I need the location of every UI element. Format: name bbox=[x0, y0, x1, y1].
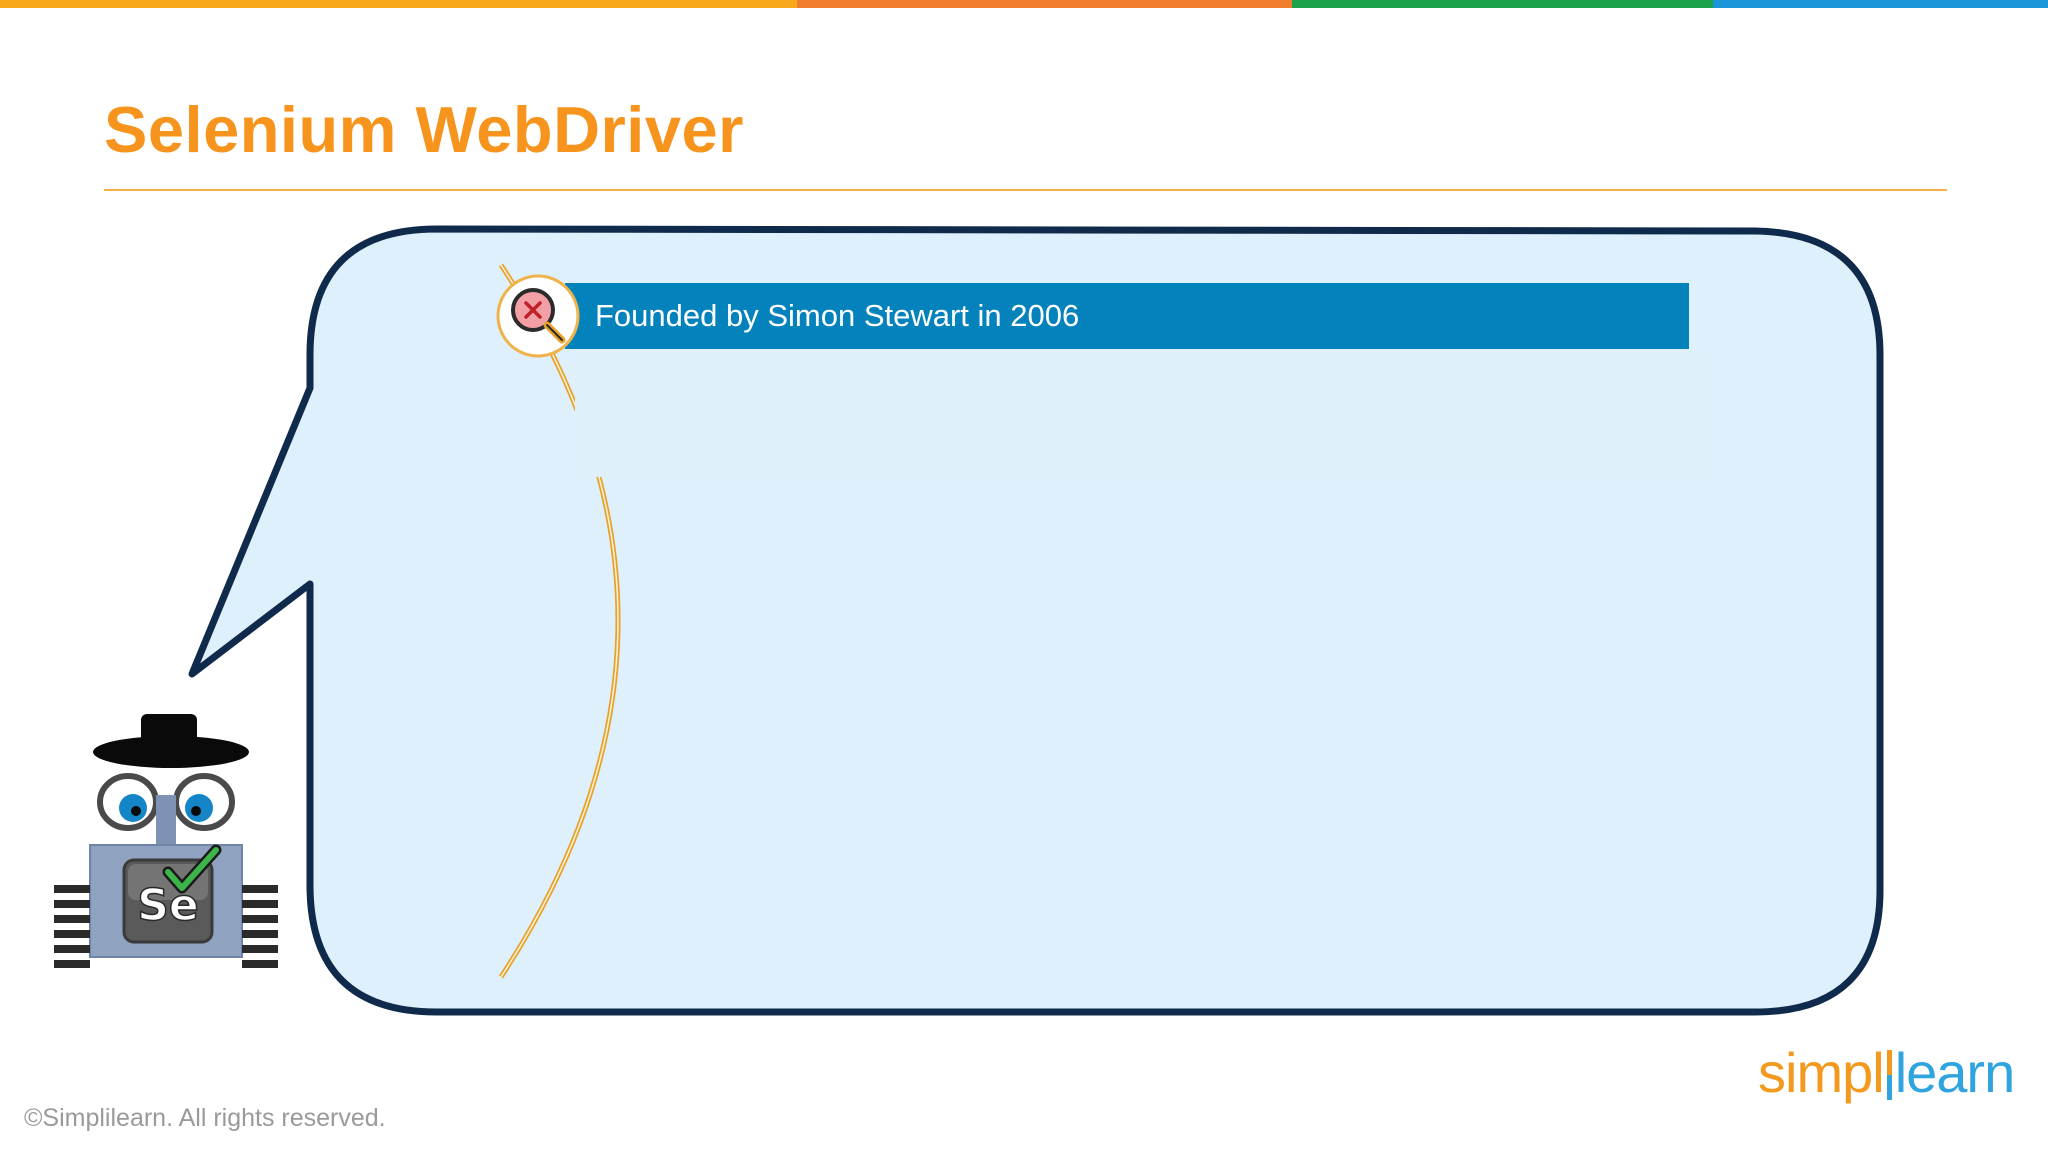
simplilearn-logo: simpl learn bbox=[1758, 1040, 2016, 1105]
logo-text-learn: learn bbox=[1894, 1041, 2016, 1104]
copyright-notice: ©Simplilearn. All rights reserved. bbox=[24, 1104, 386, 1132]
logo-divider-mark bbox=[1886, 1050, 1892, 1100]
bullet-founded: Founded by Simon Stewart in 2006 bbox=[565, 283, 1689, 349]
selenium-robot-spy-icon: Se bbox=[54, 714, 278, 968]
logo-text-simpl: simpl bbox=[1758, 1041, 1885, 1104]
speech-bubble-scene bbox=[188, 225, 1884, 1016]
search-error-icon bbox=[496, 274, 580, 358]
bullet-founded-text: Founded by Simon Stewart in 2006 bbox=[595, 298, 1080, 333]
content-panel bbox=[575, 349, 1699, 477]
